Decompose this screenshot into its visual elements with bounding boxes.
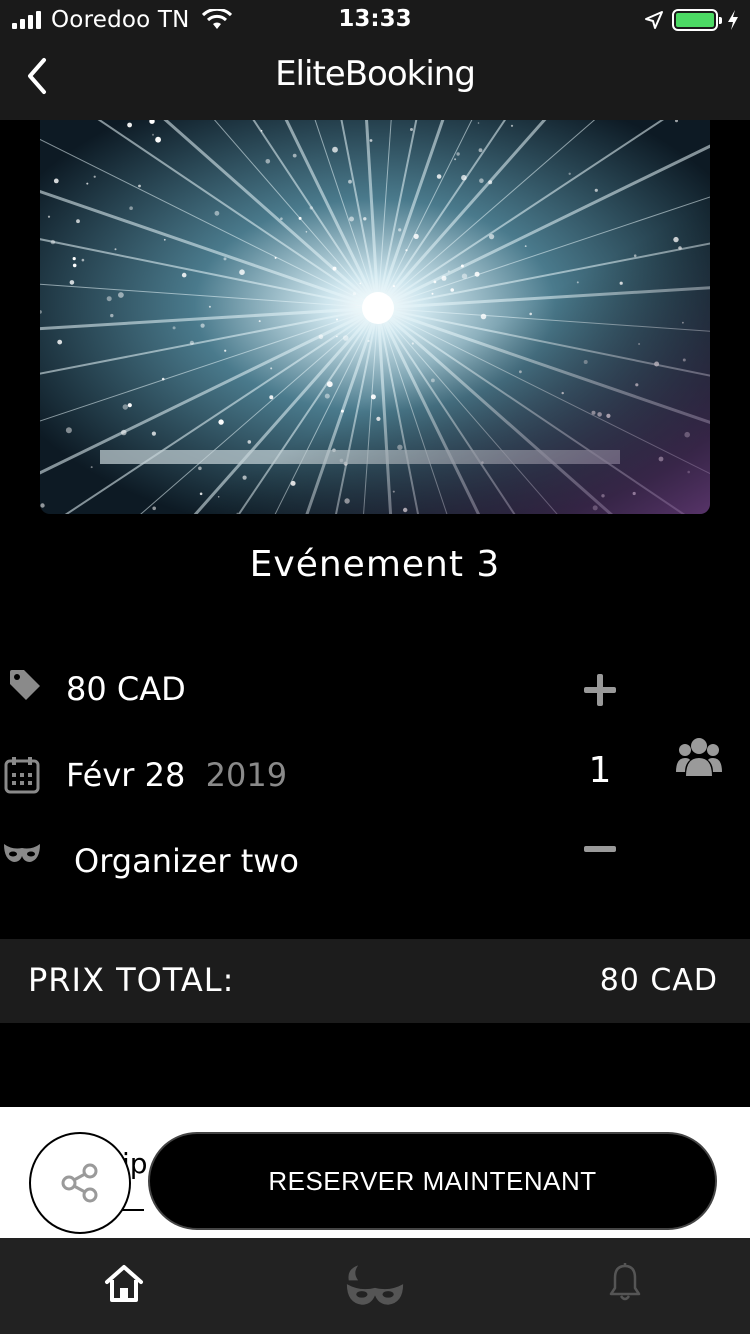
app-header: EliteBooking <box>0 40 750 120</box>
action-area: ip RESERVER MAINTENANT <box>0 1107 750 1238</box>
clock: 13:33 <box>338 6 412 32</box>
share-button[interactable] <box>29 1132 131 1234</box>
tab-events[interactable] <box>345 1262 405 1312</box>
total-price-label: PRIX TOTAL: <box>28 961 235 999</box>
charging-bolt-icon <box>728 10 738 30</box>
bell-icon <box>609 1263 641 1301</box>
tab-home[interactable] <box>94 1262 154 1312</box>
mask-icon <box>4 844 40 862</box>
group-users-icon <box>676 738 722 776</box>
total-price-value: 80 CAD <box>599 963 718 998</box>
location-arrow-icon <box>645 11 663 29</box>
reserve-now-button[interactable]: RESERVER MAINTENANT <box>148 1132 717 1230</box>
event-image <box>40 120 710 514</box>
organizer-name: Organizer two <box>74 842 299 880</box>
event-price: 80 CAD <box>66 670 186 708</box>
calendar-icon <box>4 757 40 794</box>
event-date-year: 2019 <box>205 756 288 794</box>
increase-quantity-button[interactable] <box>582 672 618 708</box>
event-date: Févr 28 2019 <box>66 756 287 794</box>
tab-notifications[interactable] <box>595 1262 655 1312</box>
share-icon <box>61 1163 98 1203</box>
price-tag-icon <box>10 670 40 700</box>
total-price-bar: PRIX TOTAL: 80 CAD <box>0 939 750 1023</box>
decrease-quantity-button[interactable] <box>582 842 618 856</box>
status-bar: Ooredoo TN 13:33 <box>0 0 750 40</box>
bottom-tab-bar <box>0 1238 750 1334</box>
app-logo: EliteBooking <box>275 54 476 94</box>
event-date-day: Févr 28 <box>66 756 186 794</box>
home-icon <box>105 1265 143 1302</box>
quantity-value: 1 <box>588 750 612 791</box>
event-title: Evénement 3 <box>249 544 501 585</box>
mask-icon <box>346 1265 404 1305</box>
battery-icon <box>672 9 722 31</box>
